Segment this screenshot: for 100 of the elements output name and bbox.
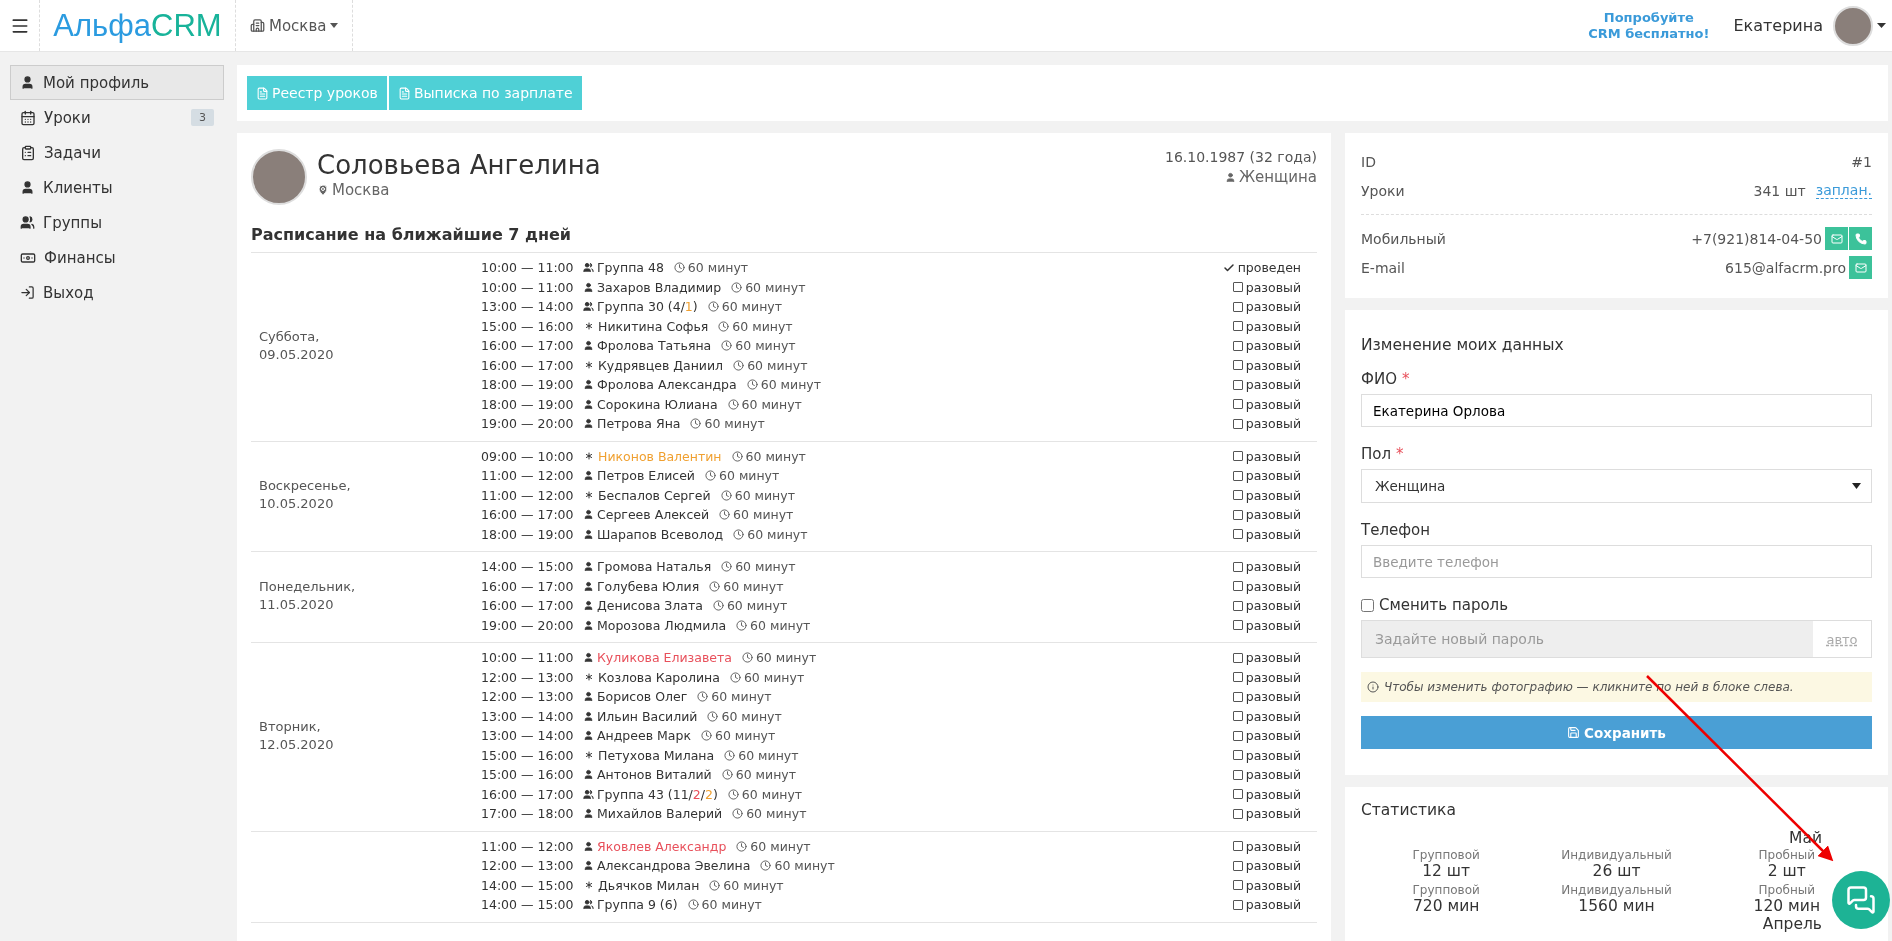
checkbox[interactable] [1232,750,1243,761]
checkbox[interactable] [1232,379,1243,390]
checkbox[interactable] [1232,652,1243,663]
checkbox[interactable] [1232,691,1243,702]
checkbox[interactable] [1232,340,1243,351]
checkbox[interactable] [1232,321,1243,332]
lesson-name[interactable]: Морозова Людмила [597,617,727,633]
lesson-duration: 60 минут [735,559,796,575]
lesson-name[interactable]: Куликова Елизавета [597,650,732,666]
checkbox[interactable] [1232,808,1243,819]
lesson-name[interactable]: Михайлов Валерий [597,806,723,822]
lesson-name[interactable]: Группа 43 (11/2/2) [597,786,718,802]
checkbox[interactable] [1232,730,1243,741]
input-field[interactable]: Введите телефон [1361,545,1872,578]
checkbox[interactable] [1232,672,1243,683]
info-value: 341 шт [1753,182,1806,199]
sidebar-item[interactable]: Задачи [10,135,224,170]
lesson-duration: 60 минут [760,377,821,393]
input-field[interactable]: Екатерина Орлова [1361,394,1872,427]
caret-icon[interactable] [1877,23,1886,28]
lesson-name[interactable]: Дьячков Милан [598,877,700,893]
lesson-status: разовый [1245,617,1301,633]
clock-icon [709,879,721,891]
lesson-name[interactable]: Беспалов Сергей [598,487,711,503]
checkbox[interactable] [1232,860,1243,871]
person-icon [583,840,594,852]
clock-icon [705,470,716,482]
lesson-name[interactable]: Группа 30 (4/1) [597,299,698,315]
lesson-status: разовый [1245,708,1301,724]
avatar[interactable] [1833,5,1873,46]
lesson-name[interactable]: Кудрявцев Даниил [598,357,724,373]
checkbox[interactable] [1232,880,1243,891]
user-name[interactable]: Екатерина [1733,16,1823,35]
sidebar-item[interactable]: Мой профиль [10,65,224,100]
sidebar-item[interactable]: Финансы [10,240,224,275]
clock-icon [741,652,753,664]
checkbox[interactable] [1232,789,1243,800]
lesson-name[interactable]: Фролова Татьяна [597,338,712,354]
birth-date: 16.10.1987 (32 года) [1165,149,1317,165]
lesson-name[interactable]: Петров Елисей [597,468,695,484]
lesson-name[interactable]: Шарапов Всеволод [597,526,724,542]
lesson-status: разовый [1245,487,1301,503]
city-dropdown[interactable]: Москва [236,0,354,51]
lesson-name[interactable]: Козлова Каролина [598,669,720,685]
checkbox[interactable] [1232,620,1243,631]
lesson-name[interactable]: Петрова Яна [597,416,681,432]
clock-icon [727,788,739,800]
checkbox[interactable] [1232,470,1243,481]
checkbox[interactable] [1232,581,1243,592]
checkbox[interactable] [1232,360,1243,371]
lesson-name[interactable]: Сорокина Юлиана [597,396,718,412]
sidebar-item[interactable]: Клиенты [10,170,224,205]
lesson-name[interactable]: Ильин Василий [597,708,698,724]
lesson-name[interactable]: Захаров Владимир [597,279,722,295]
lesson-name[interactable]: Голубева Юлия [597,578,700,594]
lesson-name[interactable]: Группа 48 [597,260,664,276]
lesson-status: разовый [1245,318,1301,334]
checkbox[interactable] [1232,282,1243,293]
lesson-duration: 60 минут [723,877,784,893]
lesson-name[interactable]: Фролова Александра [597,377,737,393]
checkbox[interactable] [1232,600,1243,611]
lesson-name[interactable]: Сергеев Алексей [597,507,710,523]
checkbox[interactable] [1232,769,1243,780]
checkbox[interactable] [1232,711,1243,722]
checkbox[interactable] [1232,418,1243,429]
checkbox[interactable] [1232,301,1243,312]
clock-icon [712,600,724,612]
lesson-duration: 60 минут [734,487,795,503]
checkbox[interactable] [1232,899,1243,910]
contact-value[interactable]: +7(921)814-04-50 [1691,230,1822,247]
avatar[interactable] [251,149,307,205]
checkbox[interactable] [1232,561,1243,572]
checkbox[interactable] [1232,529,1243,540]
lesson-name[interactable]: Никитина Софья [598,318,709,334]
password-checkbox[interactable] [1361,598,1374,612]
checkbox[interactable] [1232,399,1243,410]
clock-icon [700,730,712,742]
gender-select[interactable]: Женщина [1361,469,1872,503]
lesson-name[interactable]: Александрова Эвелина [597,858,751,874]
checkbox[interactable] [1232,841,1243,852]
lesson-name[interactable]: Петухова Милана [598,747,715,763]
sidebar-item[interactable]: Уроки 3 [10,100,224,135]
sidebar-item[interactable]: Выход [10,275,224,310]
lesson-name[interactable]: Группа 9 (6) [597,897,678,913]
lesson-name[interactable]: Денисова Злата [597,598,703,614]
clock-icon [746,379,758,391]
checkbox[interactable] [1232,490,1243,501]
lesson-name[interactable]: Антонов Виталий [597,767,712,783]
lesson-duration: 60 минут [747,526,808,542]
lesson-name[interactable]: Борисов Олег [597,689,688,705]
caret-icon [1852,483,1861,489]
contact-value[interactable]: 615@alfacrm.pro [1725,259,1846,276]
lesson-duration: 60 минут [747,357,808,373]
lesson-name[interactable]: Громова Наталья [597,559,712,575]
lesson-name[interactable]: Яковлев Александр [597,838,727,854]
lesson-name[interactable]: Андреев Марк [597,728,691,744]
sidebar-item[interactable]: Группы [10,205,224,240]
checkbox[interactable] [1232,509,1243,520]
person-icon [583,580,594,592]
checkbox[interactable] [1232,451,1243,462]
